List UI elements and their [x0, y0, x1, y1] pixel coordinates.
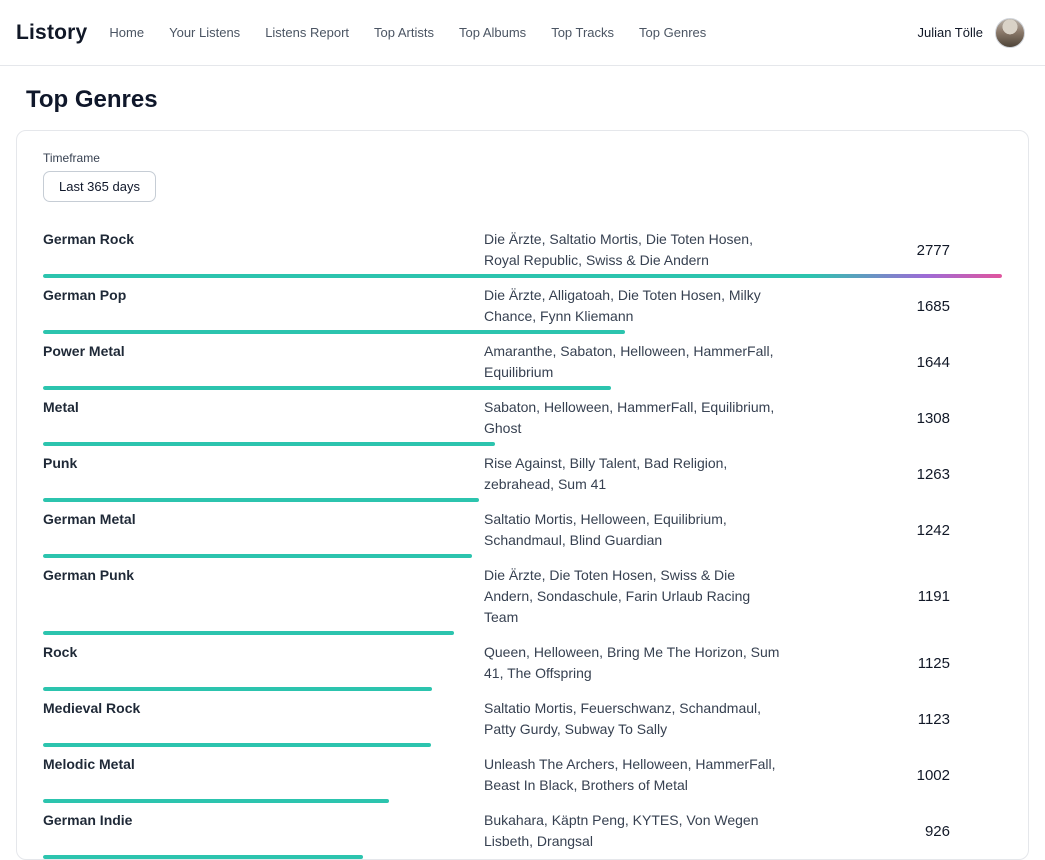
nav-item-top-albums[interactable]: Top Albums	[459, 25, 526, 40]
genre-name: German Punk	[43, 565, 484, 586]
genre-name: German Indie	[43, 810, 484, 831]
main-nav: Home Your Listens Listens Report Top Art…	[109, 25, 706, 40]
genre-count: 1263	[784, 466, 1002, 483]
genre-artists: Bukahara, Käptn Peng, KYTES, Von Wegen L…	[484, 810, 784, 852]
app-logo[interactable]: Listory	[16, 21, 87, 45]
genre-count: 1242	[784, 522, 1002, 539]
page-title: Top Genres	[26, 86, 1045, 114]
top-navigation-bar: Listory Home Your Listens Listens Report…	[0, 0, 1045, 66]
genre-table: German Rock Die Ärzte, Saltatio Mortis, …	[43, 222, 1002, 859]
genre-row: German Metal Saltatio Mortis, Helloween,…	[43, 502, 1002, 558]
genre-artists: Die Ärzte, Alligatoah, Die Toten Hosen, …	[484, 285, 784, 327]
nav-item-your-listens[interactable]: Your Listens	[169, 25, 240, 40]
genre-row: Metal Sabaton, Helloween, HammerFall, Eq…	[43, 390, 1002, 446]
genre-count: 1191	[784, 588, 1002, 605]
genre-name: Melodic Metal	[43, 754, 484, 775]
genre-count: 1308	[784, 410, 1002, 427]
genre-name: Rock	[43, 642, 484, 663]
genre-row: German Punk Die Ärzte, Die Toten Hosen, …	[43, 558, 1002, 635]
nav-item-top-genres[interactable]: Top Genres	[639, 25, 706, 40]
genre-artists: Sabaton, Helloween, HammerFall, Equilibr…	[484, 397, 784, 439]
nav-item-top-artists[interactable]: Top Artists	[374, 25, 434, 40]
genre-artists: Amaranthe, Sabaton, Helloween, HammerFal…	[484, 341, 784, 383]
user-area: Julian Tölle	[917, 18, 1025, 48]
genre-row: German Indie Bukahara, Käptn Peng, KYTES…	[43, 803, 1002, 859]
genre-row: Power Metal Amaranthe, Sabaton, Hellowee…	[43, 334, 1002, 390]
genre-artists: Rise Against, Billy Talent, Bad Religion…	[484, 453, 784, 495]
genre-row: Medieval Rock Saltatio Mortis, Feuerschw…	[43, 691, 1002, 747]
genre-row: Melodic Metal Unleash The Archers, Hello…	[43, 747, 1002, 803]
genre-artists: Die Ärzte, Die Toten Hosen, Swiss & Die …	[484, 565, 784, 628]
genre-artists: Saltatio Mortis, Helloween, Equilibrium,…	[484, 509, 784, 551]
genre-row: German Pop Die Ärzte, Alligatoah, Die To…	[43, 278, 1002, 334]
genre-row: Punk Rise Against, Billy Talent, Bad Rel…	[43, 446, 1002, 502]
user-name: Julian Tölle	[917, 25, 983, 40]
genre-count: 2777	[784, 242, 1002, 259]
genre-bar-gradient	[43, 855, 363, 859]
genre-artists: Queen, Helloween, Bring Me The Horizon, …	[484, 642, 784, 684]
genre-artists: Die Ärzte, Saltatio Mortis, Die Toten Ho…	[484, 229, 784, 271]
genre-count: 1644	[784, 354, 1002, 371]
genre-name: German Rock	[43, 229, 484, 250]
genre-row: German Rock Die Ärzte, Saltatio Mortis, …	[43, 222, 1002, 278]
genre-name: Metal	[43, 397, 484, 418]
genre-artists: Unleash The Archers, Helloween, HammerFa…	[484, 754, 784, 796]
genre-row: Rock Queen, Helloween, Bring Me The Hori…	[43, 635, 1002, 691]
genre-count: 926	[784, 823, 1002, 840]
genre-name: German Pop	[43, 285, 484, 306]
timeframe-label: Timeframe	[43, 151, 1002, 165]
genre-name: Power Metal	[43, 341, 484, 362]
genre-bar	[43, 855, 363, 859]
genre-count: 1002	[784, 767, 1002, 784]
genre-name: German Metal	[43, 509, 484, 530]
genre-count: 1125	[784, 655, 1002, 672]
nav-item-top-tracks[interactable]: Top Tracks	[551, 25, 614, 40]
avatar[interactable]	[995, 18, 1025, 48]
genre-count: 1123	[784, 711, 1002, 728]
nav-item-listens-report[interactable]: Listens Report	[265, 25, 349, 40]
genre-artists: Saltatio Mortis, Feuerschwanz, Schandmau…	[484, 698, 784, 740]
genre-name: Medieval Rock	[43, 698, 484, 719]
nav-item-home[interactable]: Home	[109, 25, 144, 40]
genre-count: 1685	[784, 298, 1002, 315]
top-genres-card: Timeframe Last 365 days German Rock Die …	[16, 130, 1029, 860]
timeframe-select[interactable]: Last 365 days	[43, 171, 156, 202]
genre-name: Punk	[43, 453, 484, 474]
